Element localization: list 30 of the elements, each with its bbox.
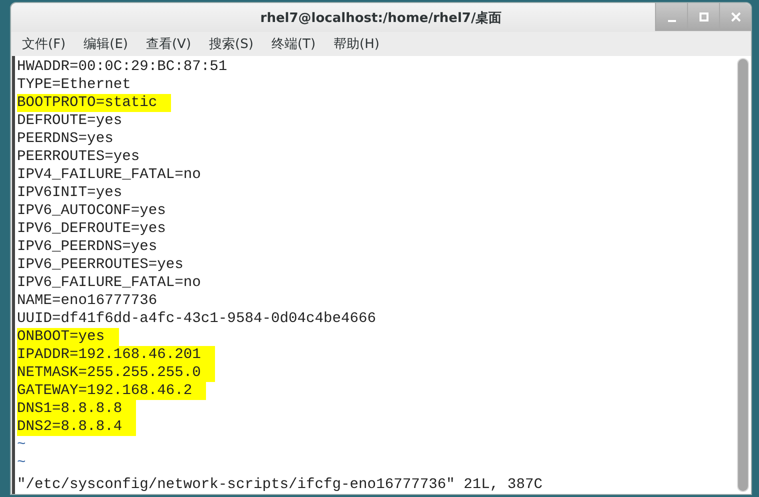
close-button[interactable] (719, 3, 751, 31)
config-line: IPV6INIT=yes (17, 184, 122, 202)
close-icon (730, 12, 740, 22)
config-line: NAME=eno16777736 (17, 292, 158, 310)
config-line: IPV6_FAILURE_FATAL=no (17, 274, 201, 292)
menu-item[interactable]: 帮助(H) (334, 33, 380, 56)
config-line: HWADDR=00:0C:29:BC:87:51 (17, 58, 228, 76)
config-line: TYPE=Ethernet (17, 76, 131, 94)
empty-line-marker: ~ (17, 436, 26, 454)
config-line: IPV6_AUTOCONF=yes (17, 202, 166, 220)
menu-item[interactable]: 搜索(S) (209, 33, 254, 56)
config-line: DEFROUTE=yes (17, 112, 122, 130)
maximize-icon (698, 12, 708, 22)
config-line: UUID=df41f6dd-a4fc-43c1-9584-0d04c4be4666 (17, 310, 376, 328)
config-line: IPV6_PEERDNS=yes (17, 238, 158, 256)
config-line: IPV4_FAILURE_FATAL=no (17, 166, 201, 184)
minimize-button[interactable] (655, 3, 687, 31)
config-line: PEERROUTES=yes (17, 148, 140, 166)
maximize-button[interactable] (687, 3, 719, 31)
menu-item[interactable]: 文件(F) (22, 33, 66, 56)
empty-line-marker: ~ (17, 454, 26, 472)
window-title: rhel7@localhost:/home/rhel7/桌面 (260, 10, 502, 27)
config-line: IPV6_DEFROUTE=yes (17, 220, 166, 238)
config-line: IPV6_PEERROUTES=yes (17, 256, 184, 274)
minimize-icon (668, 20, 676, 22)
config-line: PEERDNS=yes (17, 130, 114, 148)
menu-item[interactable]: 查看(V) (146, 33, 192, 56)
menu-item[interactable]: 编辑(E) (84, 33, 128, 56)
menu-item[interactable]: 终端(T) (271, 33, 316, 56)
status-line: "/etc/sysconfig/network-scripts/ifcfg-eno16777736" 21L, 387C (17, 476, 542, 494)
